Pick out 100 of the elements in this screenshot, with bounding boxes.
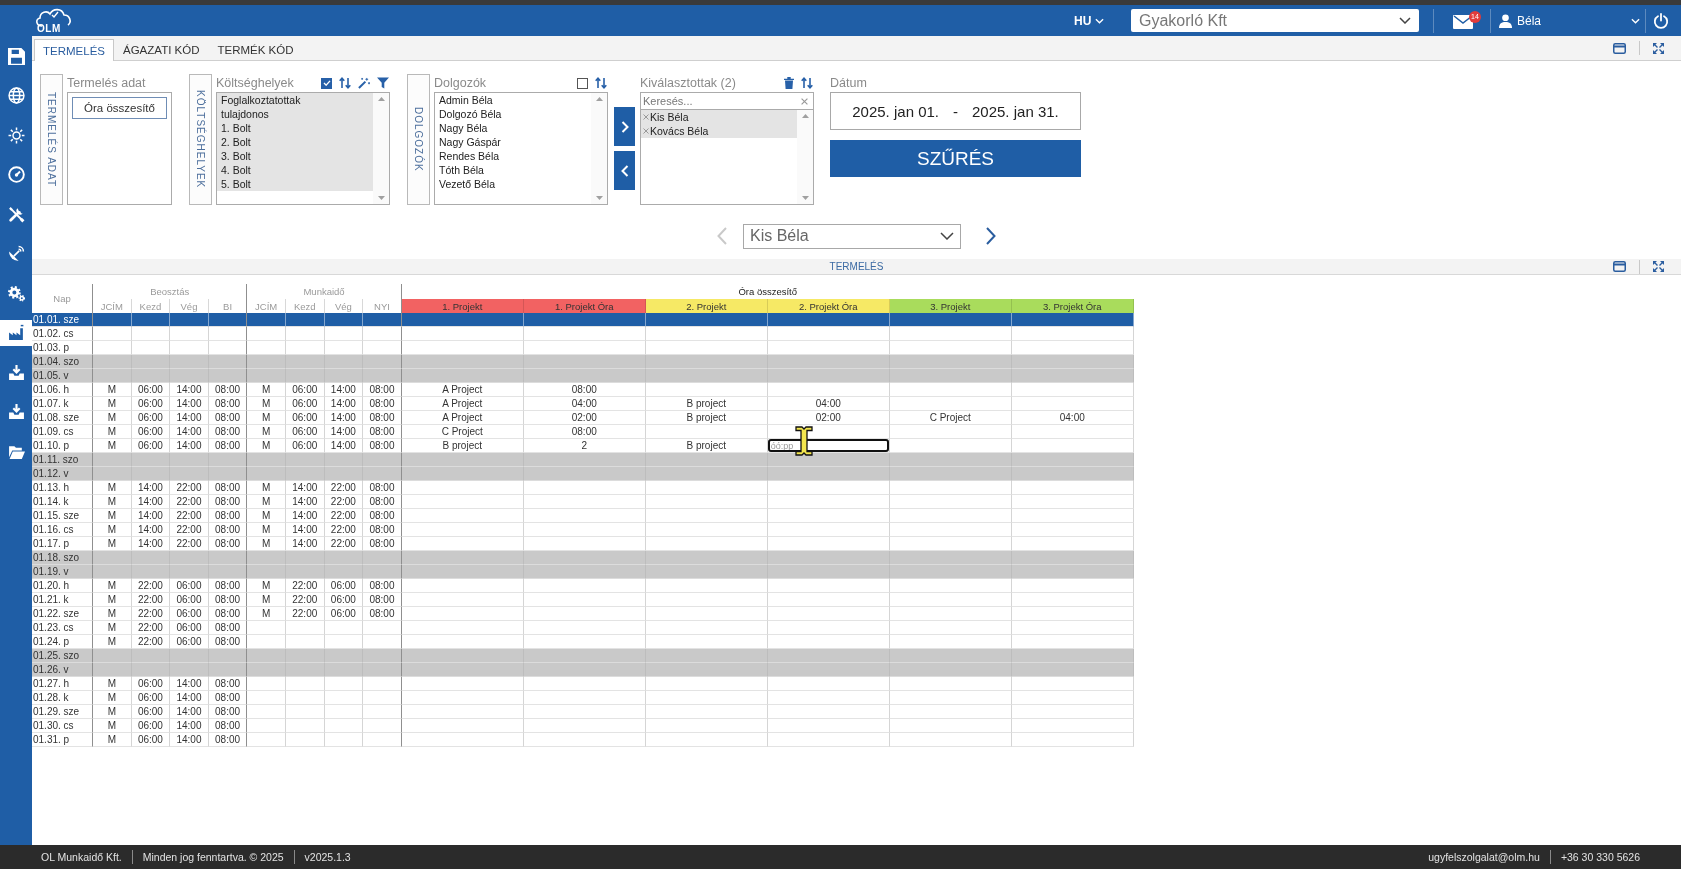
table-row[interactable]: 01.15. sze M 14:00 22:00 08:00 M 14:00 22:00 08:00 xyxy=(32,509,1134,523)
table-row[interactable]: 01.25. szo xyxy=(32,649,1134,663)
table-row[interactable]: 01.18. szo xyxy=(32,551,1134,565)
list-item[interactable]: Tóth Béla xyxy=(435,163,591,177)
company-select[interactable]: Gyakorló Kft xyxy=(1131,9,1419,32)
tab[interactable]: ÁGAZATI KÓD xyxy=(114,39,209,60)
column-header: 2. Projekt Óra xyxy=(767,299,890,313)
table-row[interactable]: 01.14. k M 14:00 22:00 08:00 M 14:00 22:00 08:00 xyxy=(32,495,1134,509)
table-row[interactable]: 01.13. h M 14:00 22:00 08:00 M 14:00 22:00 08:00 xyxy=(32,481,1134,495)
power-icon xyxy=(1653,12,1669,29)
date-range-field[interactable]: 2025. jan 01. - 2025. jan 31. xyxy=(830,92,1081,130)
language-selector[interactable]: HU xyxy=(1074,13,1106,28)
column-header: 3. Projekt Óra xyxy=(1011,299,1134,313)
window-icon[interactable] xyxy=(1613,261,1626,272)
time-input[interactable]: óó:pp xyxy=(767,439,889,452)
list-item[interactable]: 1. Bolt xyxy=(217,121,373,135)
checkbox[interactable] xyxy=(321,77,332,89)
envelope-icon xyxy=(1453,14,1473,29)
panel-side-tab[interactable]: KÖLTSÉGHELYEK xyxy=(189,74,212,205)
panel-label: Dátum xyxy=(830,76,867,90)
list-item[interactable]: 4. Bolt xyxy=(217,163,373,177)
chevron-left-icon xyxy=(620,164,629,177)
table-row[interactable]: 01.23. cs M 22:00 06:00 08:00 xyxy=(32,621,1134,635)
table-row[interactable]: 01.12. v xyxy=(32,467,1134,481)
table-row[interactable]: 01.26. v xyxy=(32,663,1134,677)
table-row[interactable]: 01.19. v xyxy=(32,565,1134,579)
table-row[interactable]: 01.28. k M 06:00 14:00 08:00 xyxy=(32,691,1134,705)
list-item[interactable]: Óra összesítő xyxy=(72,97,167,119)
list-item[interactable]: Admin Béla xyxy=(435,93,591,107)
table-row[interactable]: 01.17. p M 14:00 22:00 08:00 M 14:00 22:00 08:00 xyxy=(32,537,1134,551)
table-row[interactable]: 01.09. cs M 06:00 14:00 08:00 M 06:00 14:00 08:00 C Project 08:00 xyxy=(32,425,1134,439)
table-row[interactable]: 01.21. k M 22:00 06:00 08:00 M 22:00 06:00 08:00 xyxy=(32,593,1134,607)
table-row[interactable]: 01.24. p M 22:00 06:00 08:00 xyxy=(32,635,1134,649)
text-cursor-icon xyxy=(794,426,813,456)
user-icon xyxy=(1499,13,1512,28)
remove-selected-button[interactable] xyxy=(614,151,635,190)
list-item[interactable]: Nagy Gáspár xyxy=(435,135,591,149)
email-link[interactable]: ugyfelszolgalat@olm.hu xyxy=(1428,851,1540,863)
magic-wand-icon[interactable] xyxy=(358,77,370,89)
list-item[interactable]: Rendes Béla xyxy=(435,149,591,163)
window-icon[interactable] xyxy=(1613,42,1626,54)
add-selected-button[interactable] xyxy=(614,107,635,146)
list-item[interactable]: 3. Bolt xyxy=(217,149,373,163)
table-row[interactable]: 01.02. cs xyxy=(32,327,1134,341)
caret-icon xyxy=(1095,17,1105,24)
next-button[interactable] xyxy=(986,227,996,245)
list-item[interactable]: Dolgozó Béla xyxy=(435,107,591,121)
table-row[interactable]: 01.07. k M 06:00 14:00 08:00 M 06:00 14:00 08:00 A Project 04:00 B project 04:00 xyxy=(32,397,1134,411)
footer-text: v2025.1.3 xyxy=(304,851,351,863)
table-cell: 01.31. p xyxy=(32,733,93,747)
expand-icon[interactable] xyxy=(1653,261,1664,272)
clear-icon[interactable] xyxy=(801,98,808,105)
section-title: TERMELÉS xyxy=(829,261,884,272)
table-row[interactable]: 01.29. sze M 06:00 14:00 08:00 xyxy=(32,705,1134,719)
list-item[interactable]: 5. Bolt xyxy=(217,177,373,191)
checkmark-icon xyxy=(322,80,331,86)
table-row[interactable]: 01.16. cs M 14:00 22:00 08:00 M 14:00 22:00 08:00 xyxy=(32,523,1134,537)
list-item[interactable]: Kis Béla xyxy=(641,110,797,124)
chevron-right-icon xyxy=(986,227,996,245)
employee-select[interactable]: Kis Béla xyxy=(743,223,961,249)
logo[interactable]: OLM xyxy=(33,7,73,34)
table-row[interactable]: 01.22. sze M 22:00 06:00 08:00 M 22:00 06:00 08:00 xyxy=(32,607,1134,621)
column-group-header: Munkaidő xyxy=(247,284,402,299)
table-row[interactable]: 01.30. cs M 06:00 14:00 08:00 xyxy=(32,719,1134,733)
list-item[interactable]: Kovács Béla xyxy=(641,124,797,138)
gauge-icon xyxy=(7,166,25,183)
panel-side-tab[interactable]: TERMELÉS ADAT xyxy=(40,74,63,205)
trash-icon[interactable] xyxy=(784,77,794,89)
footer-text: OL Munkaidő Kft. xyxy=(41,851,122,863)
table-row[interactable]: 01.06. h M 06:00 14:00 08:00 M 06:00 14:00 08:00 A Project 08:00 xyxy=(32,383,1134,397)
table-cell: 08:00 xyxy=(208,733,248,747)
list-item[interactable]: Nagy Béla xyxy=(435,121,591,135)
table-row[interactable]: 01.27. h M 06:00 14:00 08:00 xyxy=(32,677,1134,691)
table-row[interactable]: 01.08. sze M 06:00 14:00 08:00 M 06:00 14:00 08:00 A Project 02:00 B project 02:00 C Project 04:00 xyxy=(32,411,1134,425)
list-item[interactable]: 2. Bolt xyxy=(217,135,373,149)
filter-button[interactable]: SZŰRÉS xyxy=(830,140,1081,177)
table-row[interactable]: 01.01. sze xyxy=(32,313,1134,327)
table-cell: M xyxy=(93,733,132,747)
table-row[interactable]: 01.11. szo xyxy=(32,453,1134,467)
logout-button[interactable] xyxy=(1653,12,1669,29)
sort-icon[interactable] xyxy=(595,77,607,89)
table-row[interactable]: 01.20. h M 22:00 06:00 08:00 M 22:00 06:00 08:00 xyxy=(32,579,1134,593)
list-item[interactable]: Foglalkoztatottak xyxy=(217,93,373,107)
user-menu[interactable]: Béla xyxy=(1499,13,1640,28)
caret-icon xyxy=(1631,17,1640,24)
expand-icon[interactable] xyxy=(1653,42,1664,54)
list-item[interactable]: tulajdonos xyxy=(217,107,373,121)
sort-icon[interactable] xyxy=(339,77,351,89)
sidebar-button[interactable] xyxy=(0,319,32,346)
checkbox[interactable] xyxy=(577,77,588,89)
tab[interactable]: TERMELÉS xyxy=(34,39,114,61)
panel-side-tab[interactable]: DOLGOZÓK xyxy=(407,74,430,205)
list-item[interactable]: Vezető Béla xyxy=(435,177,591,191)
sort-icon[interactable] xyxy=(801,77,813,89)
table-row[interactable]: 01.31. p M 06:00 14:00 08:00 xyxy=(32,733,1134,747)
table-row[interactable]: 01.05. v xyxy=(32,369,1134,383)
table-row[interactable]: 01.03. p xyxy=(32,341,1134,355)
table-row[interactable]: 01.04. szo xyxy=(32,355,1134,369)
filter-icon[interactable] xyxy=(377,77,389,89)
tab[interactable]: TERMÉK KÓD xyxy=(208,39,303,60)
